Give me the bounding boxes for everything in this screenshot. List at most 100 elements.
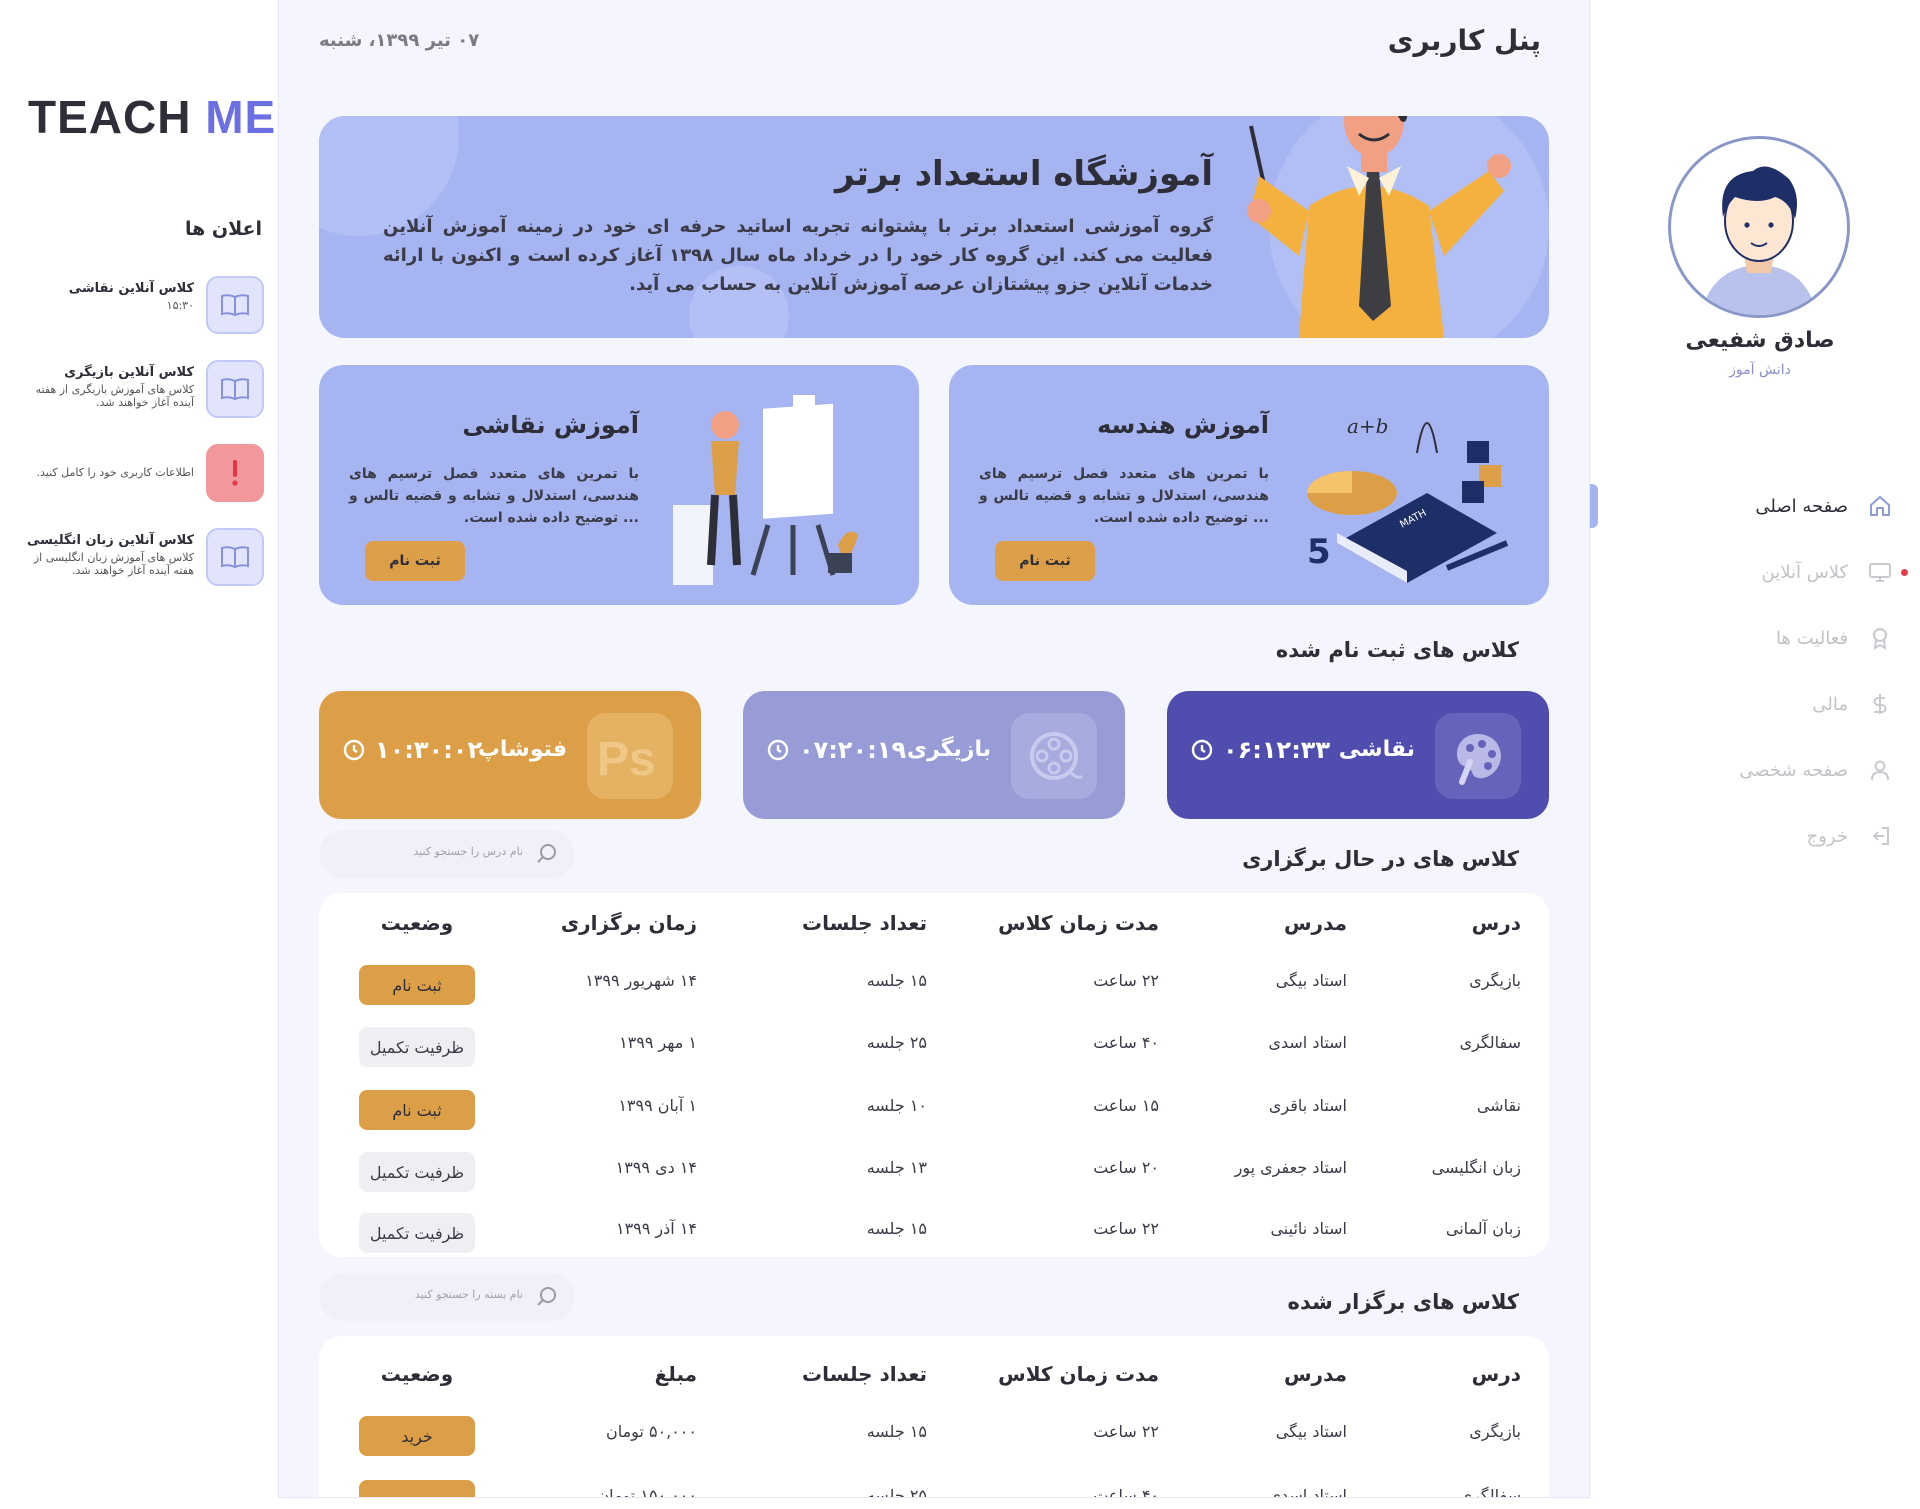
current-date: ۰۷ تیر ۱۳۹۹، شنبه [319,30,480,51]
nav-item-online-class[interactable]: کلاس آنلاین [1674,554,1894,590]
capacity-full-badge: ظرفیت تکمیل [359,1152,475,1192]
register-button[interactable]: ثبت نام [995,541,1095,581]
course-search-input[interactable]: نام درس را جستجو کنید [319,830,575,878]
announcement-text: اطلاعات کاربری خود را کامل کنید. [36,466,194,479]
search-icon [537,844,556,863]
register-button[interactable]: ثبت نام [365,541,465,581]
svg-text:5: 5 [1307,532,1331,572]
column-header[interactable]: مدت زمان کلاس [998,1362,1159,1386]
painter-illustration [673,395,858,585]
column-header[interactable]: درس [1472,911,1521,935]
nav-item-finance[interactable]: مالی [1674,686,1894,722]
registered-card-photoshop[interactable]: Ps فتوشاپ ۱۰:۳۰:۰۲ [319,691,701,819]
cell-price: ۱۵۰,۰۰۰ تومان [597,1486,697,1498]
cell-sessions: ۱۵ جلسه [866,1422,927,1441]
column-header[interactable]: تعداد جلسات [802,1362,927,1386]
nav-item-home[interactable]: صفحه اصلی [1674,488,1894,524]
cell-course: بازیگری [1469,971,1521,990]
announcement-text: کلاس های آموزش بازیگری از هفته آینده آغا… [35,383,194,409]
nav-label: صفحه اصلی [1755,495,1848,517]
column-header[interactable]: مدرس [1284,911,1347,935]
buy-button[interactable]: خرید [359,1416,475,1456]
column-header[interactable]: مبلغ [655,1362,697,1386]
nav-label: مالی [1812,693,1848,715]
table-row[interactable]: زبان انگلیسی استاد جعفری پور ۲۰ ساعت ۱۳ … [319,1152,1549,1198]
course-description: با تمرین های متعدد فصل ترسیم های هندسی، … [979,466,1269,526]
package-search-input[interactable]: نام بسته را جستجو کنید [319,1273,575,1321]
column-header[interactable]: زمان برگزاری [561,911,697,935]
nav-label: کلاس آنلاین [1761,561,1848,583]
nav-item-activities[interactable]: فعالیت ها [1674,620,1894,656]
math-illustration: a+b MATH 5 [1307,414,1509,583]
column-header[interactable]: درس [1472,1362,1521,1386]
column-header[interactable]: وضعیت [359,911,475,935]
ongoing-classes-table: درس مدرس مدت زمان کلاس تعداد جلسات زمان … [319,893,1549,1257]
table-row[interactable]: نقاشی استاد باقری ۱۵ ساعت ۱۰ جلسه ۱ آبان… [319,1090,1549,1136]
cell-duration: ۲۰ ساعت [1093,1158,1159,1177]
announcement-item[interactable]: اطلاعات کاربری خود را کامل کنید. [14,444,264,504]
column-header[interactable]: مدرس [1284,1362,1347,1386]
course-card-painting[interactable]: آموزش نقاشی با تمرین های متعدد فصل ترسیم… [319,365,919,605]
notification-dot [1901,569,1908,576]
registered-class-countdown: ۰۶:۱۲:۳۳ [1191,736,1330,764]
registered-class-name: بازیگری [906,737,991,762]
hero-banner: آموزشگاه استعداد برتر گروه آموزشی استعدا… [319,116,1549,338]
cell-course: بازیگری [1469,1422,1521,1441]
table-row[interactable]: سفالگری استاد اسدی ۴۰ ساعت ۲۵ جلسه ۱۵۰,۰… [319,1480,1549,1498]
column-header[interactable]: مدت زمان کلاس [998,911,1159,935]
completed-classes-title: کلاس های برگزار شده [1287,1290,1519,1314]
cell-course: زبان آلمانی [1445,1219,1521,1238]
avatar[interactable] [1668,136,1850,318]
registered-card-acting[interactable]: بازیگری ۰۷:۲۰:۱۹ [743,691,1125,819]
table-row[interactable]: سفالگری استاد اسدی ۴۰ ساعت ۲۵ جلسه ۱ مهر… [319,1027,1549,1073]
clock-icon [343,739,365,761]
page-title: پنل کاربری [1387,24,1541,57]
cell-sessions: ۱۵ جلسه [866,971,927,990]
table-row[interactable]: بازیگری استاد بیگی ۲۲ ساعت ۱۵ جلسه ۱۴ شه… [319,965,1549,1011]
course-card-geometry[interactable]: آموزش هندسه با تمرین های متعدد فصل ترسیم… [949,365,1549,605]
announcement-item[interactable]: کلاس آنلاین بازیگری کلاس های آموزش بازیگ… [14,360,264,420]
column-header[interactable]: تعداد جلسات [802,911,927,935]
course-title: آموزش نقاشی [462,411,639,439]
registered-class-name: نقاشی [1338,737,1415,762]
register-button[interactable]: ثبت نام [359,1090,475,1130]
nav-item-profile[interactable]: صفحه شخصی [1674,752,1894,788]
book-icon [206,360,264,418]
alert-icon [206,444,264,502]
cell-course: نقاشی [1476,1096,1521,1115]
film-reel-icon [1011,713,1097,799]
register-button[interactable]: ثبت نام [359,965,475,1005]
nav-item-logout[interactable]: خروج [1674,818,1894,854]
user-icon [1866,756,1894,784]
course-description: با تمرین های متعدد فصل ترسیم های هندسی، … [349,466,639,526]
cell-duration: ۴۰ ساعت [1093,1033,1159,1052]
palette-icon [1435,713,1521,799]
column-header[interactable]: وضعیت [359,1362,475,1386]
svg-text:Ps: Ps [597,733,656,781]
buy-button[interactable]: خرید [359,1480,475,1497]
main-panel: پنل کاربری ۰۷ تیر ۱۳۹۹، شنبه آموزشگاه اس… [278,0,1590,1498]
registered-card-painting[interactable]: نقاشی ۰۶:۱۲:۳۳ [1167,691,1549,819]
brand-logo[interactable]: TEACH ME [28,90,276,144]
nav-label: خروج [1806,825,1848,847]
teacher-illustration [1247,116,1511,338]
profile-sidebar: صادق شفیعی دانش آموز صفحه اصلی کلاس آنلا… [1590,0,1920,1509]
completed-classes-table: درس مدرس مدت زمان کلاس تعداد جلسات مبلغ … [319,1336,1549,1498]
cell-duration: ۱۵ ساعت [1093,1096,1159,1115]
table-row[interactable]: بازیگری استاد بیگی ۲۲ ساعت ۱۵ جلسه ۵۰,۰۰… [319,1416,1549,1462]
cell-duration: ۲۲ ساعت [1093,971,1159,990]
capacity-full-badge: ظرفیت تکمیل [359,1213,475,1253]
photoshop-icon: Ps [587,713,673,799]
cell-sessions: ۱۵ جلسه [866,1219,927,1238]
hero-title: آموزشگاه استعداد برتر [834,154,1213,194]
registered-class-name: فتوشاپ [477,737,567,762]
cell-teacher: استاد بیگی [1275,971,1347,990]
cell-duration: ۲۲ ساعت [1093,1422,1159,1441]
announcement-item[interactable]: کلاس آنلاین نقاشی ۱۵:۳۰ [14,276,264,336]
announcement-item[interactable]: کلاس آنلاین زبان انگلیسی کلاس های آموزش … [14,528,264,588]
cell-sessions: ۱۰ جلسه [866,1096,927,1115]
table-row[interactable]: زبان آلمانی استاد نائینی ۲۲ ساعت ۱۵ جلسه… [319,1213,1549,1257]
course-title: آموزش هندسه [1097,411,1269,439]
cell-date: ۱۴ آذر ۱۳۹۹ [615,1219,697,1238]
nav-label: فعالیت ها [1775,627,1848,649]
